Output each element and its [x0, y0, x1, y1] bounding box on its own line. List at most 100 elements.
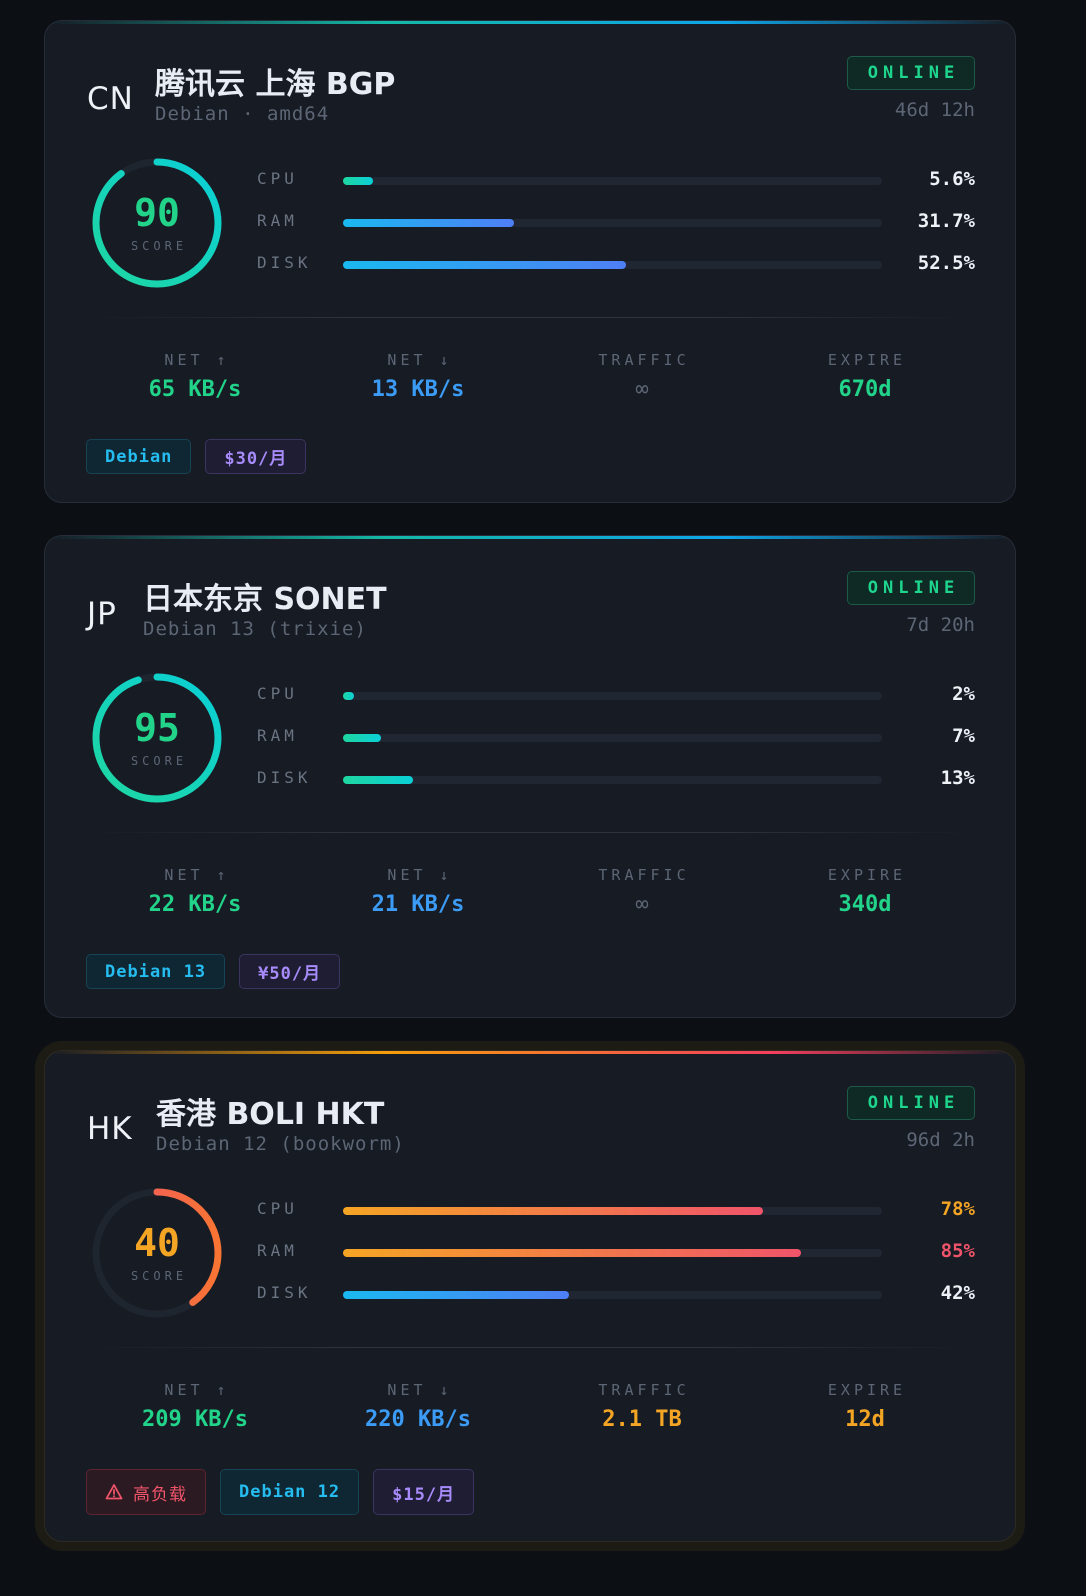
- ram-label: RAM: [257, 1241, 298, 1260]
- server-os: Debian 12 (bookworm): [156, 1133, 405, 1155]
- ram-value: 31.7%: [917, 210, 975, 232]
- traffic-stat: TRAFFIC ∞: [542, 866, 742, 917]
- country-flag: CN: [87, 81, 134, 117]
- cpu-bar-fill: [343, 692, 354, 700]
- cpu-value: 5.6%: [929, 168, 975, 190]
- ram-bar: [343, 1249, 882, 1257]
- status-badge: ONLINE: [847, 1086, 975, 1120]
- server-card-hk[interactable]: HK 香港 BOLI HKT Debian 12 (bookworm) ONLI…: [44, 1050, 1016, 1542]
- disk-metric: DISK 42%: [257, 1280, 975, 1310]
- cpu-label: CPU: [257, 684, 298, 703]
- ram-bar-fill: [343, 734, 381, 742]
- net-down-stat: NET ↓ 13 KB/s: [318, 351, 518, 402]
- cpu-bar: [343, 177, 882, 185]
- net-down-label: NET ↓: [387, 351, 453, 369]
- high-load-label: 高负载: [133, 1484, 187, 1505]
- disk-bar-fill: [343, 776, 414, 784]
- ram-label: RAM: [257, 211, 298, 230]
- server-os: Debian 13 (trixie): [143, 618, 367, 640]
- price-tag[interactable]: $30/月: [205, 439, 307, 474]
- disk-metric: DISK 13%: [257, 765, 975, 795]
- cpu-value: 78%: [940, 1198, 975, 1220]
- net-down-value: 13 KB/s: [371, 377, 465, 402]
- server-name: 日本东京 SONET: [143, 582, 387, 617]
- traffic-stat: TRAFFIC 2.1 TB: [542, 1381, 742, 1432]
- card-accent-line: [45, 1051, 1015, 1054]
- disk-bar: [343, 776, 882, 784]
- traffic-value: ∞: [635, 377, 649, 402]
- divider: [85, 317, 975, 318]
- server-name: 腾讯云 上海 BGP: [155, 67, 396, 102]
- ram-bar-fill: [343, 1249, 802, 1257]
- expire-label: EXPIRE: [827, 866, 907, 884]
- price-tag[interactable]: $15/月: [373, 1469, 475, 1515]
- cpu-label: CPU: [257, 1199, 298, 1218]
- price-tag[interactable]: ¥50/月: [239, 954, 341, 989]
- traffic-value: ∞: [635, 892, 649, 917]
- tag-list: 高负载 Debian 12 $15/月: [86, 1469, 475, 1515]
- expire-stat: EXPIRE 340d: [765, 866, 965, 917]
- server-card-cn[interactable]: CN 腾讯云 上海 BGP Debian · amd64 ONLINE 46d …: [44, 20, 1016, 503]
- disk-label: DISK: [257, 1283, 312, 1302]
- card-accent-line: [45, 536, 1015, 539]
- divider: [85, 832, 975, 833]
- ram-metric: RAM 85%: [257, 1238, 975, 1268]
- score-value: 90: [134, 191, 180, 235]
- traffic-stat: TRAFFIC ∞: [542, 351, 742, 402]
- cpu-bar-fill: [343, 177, 374, 185]
- net-down-label: NET ↓: [387, 866, 453, 884]
- traffic-value: 2.1 TB: [602, 1407, 682, 1432]
- card-accent-line: [45, 21, 1015, 24]
- net-up-label: NET ↑: [164, 866, 230, 884]
- server-card-jp[interactable]: JP 日本东京 SONET Debian 13 (trixie) ONLINE …: [44, 535, 1016, 1018]
- warning-triangle-icon: [105, 1483, 123, 1501]
- cpu-bar-fill: [343, 1207, 764, 1215]
- server-name: 香港 BOLI HKT: [156, 1097, 385, 1132]
- ram-metric: RAM 31.7%: [257, 208, 975, 238]
- tag-list: Debian 13 ¥50/月: [86, 954, 341, 989]
- disk-metric: DISK 52.5%: [257, 250, 975, 280]
- ram-bar-fill: [343, 219, 514, 227]
- uptime: 7d 20h: [906, 614, 975, 636]
- disk-bar: [343, 261, 882, 269]
- score-value: 95: [134, 706, 180, 750]
- score-value: 40: [134, 1221, 180, 1265]
- os-tag[interactable]: Debian: [86, 439, 192, 474]
- score-gauge: 90 SCORE: [91, 157, 223, 289]
- uptime: 46d 12h: [894, 99, 975, 121]
- cpu-metric: CPU 78%: [257, 1196, 975, 1226]
- traffic-label: TRAFFIC: [598, 1381, 690, 1399]
- expire-value: 670d: [838, 377, 892, 402]
- ram-bar: [343, 219, 882, 227]
- expire-label: EXPIRE: [827, 1381, 907, 1399]
- net-down-stat: NET ↓ 220 KB/s: [318, 1381, 518, 1432]
- expire-stat: EXPIRE 12d: [765, 1381, 965, 1432]
- ram-value: 85%: [940, 1240, 975, 1262]
- traffic-label: TRAFFIC: [598, 351, 690, 369]
- disk-label: DISK: [257, 768, 312, 787]
- country-flag: JP: [87, 596, 117, 632]
- score-label: SCORE: [130, 239, 188, 253]
- net-up-label: NET ↑: [164, 351, 230, 369]
- expire-label: EXPIRE: [827, 351, 907, 369]
- score-label: SCORE: [130, 1269, 188, 1283]
- score-label: SCORE: [130, 754, 188, 768]
- os-tag[interactable]: Debian 12: [220, 1469, 360, 1515]
- divider: [85, 1347, 975, 1348]
- expire-value: 340d: [838, 892, 892, 917]
- net-down-value: 21 KB/s: [371, 892, 465, 917]
- net-down-value: 220 KB/s: [365, 1407, 471, 1432]
- net-up-value: 22 KB/s: [148, 892, 242, 917]
- ram-metric: RAM 7%: [257, 723, 975, 753]
- score-gauge: 95 SCORE: [91, 672, 223, 804]
- net-up-stat: NET ↑ 65 KB/s: [95, 351, 295, 402]
- cpu-bar: [343, 692, 882, 700]
- country-flag: HK: [87, 1111, 133, 1147]
- traffic-label: TRAFFIC: [598, 866, 690, 884]
- status-badge: ONLINE: [847, 571, 975, 605]
- expire-stat: EXPIRE 670d: [765, 351, 965, 402]
- high-load-tag[interactable]: 高负载: [86, 1469, 206, 1515]
- os-tag[interactable]: Debian 13: [86, 954, 226, 989]
- disk-value: 42%: [940, 1282, 975, 1304]
- ram-bar: [343, 734, 882, 742]
